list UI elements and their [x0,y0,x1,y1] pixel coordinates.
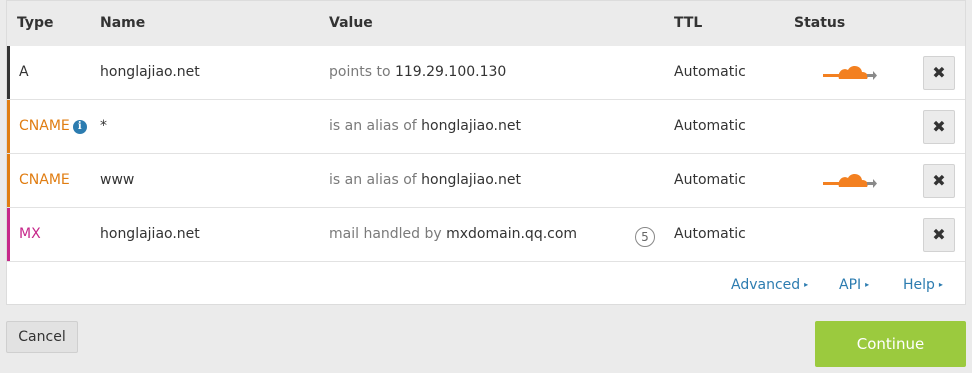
record-ttl[interactable]: Automatic [674,118,746,134]
record-value-prefix: mail handled by [329,226,442,242]
caret-right-icon: ▸ [938,280,943,289]
cloud-proxied-icon[interactable] [823,62,877,84]
record-value[interactable]: mail handled by mxdomain.qq.com [329,226,577,242]
header-type: Type [17,15,54,31]
help-link[interactable]: Help ▸ [903,277,943,293]
cloud-proxied-icon[interactable] [823,170,877,192]
caret-right-icon: ▸ [865,280,870,289]
record-value[interactable]: is an alias of honglajiao.net [329,118,521,134]
delete-record-button[interactable]: ✖ [923,164,955,198]
record-type: CNAME i [19,118,87,134]
record-ttl[interactable]: Automatic [674,64,746,80]
table-row: MX honglajiao.net mail handled by mxdoma… [7,208,965,262]
record-value[interactable]: points to 119.29.100.130 [329,64,506,80]
record-name[interactable]: honglajiao.net [100,226,200,242]
table-row: CNAME www is an alias of honglajiao.net … [7,154,965,208]
record-value-text: mxdomain.qq.com [446,226,578,242]
record-type-label: CNAME [19,118,70,134]
api-link-label: API [839,277,862,293]
mx-priority-badge[interactable]: 5 [635,227,655,247]
table-header: Type Name Value TTL Status [7,1,965,46]
delete-record-button[interactable]: ✖ [923,218,955,252]
header-value: Value [329,15,373,31]
record-type: CNAME [19,172,70,188]
advanced-link[interactable]: Advanced ▸ [731,277,808,293]
row-type-bar [7,46,10,99]
header-status: Status [794,15,846,31]
record-value-prefix: points to [329,64,391,80]
info-icon[interactable]: i [72,120,87,134]
record-name[interactable]: honglajiao.net [100,64,200,80]
row-type-bar [7,154,10,207]
header-ttl: TTL [674,15,703,31]
record-ttl[interactable]: Automatic [674,172,746,188]
record-value-prefix: is an alias of [329,172,417,188]
record-name[interactable]: * [100,118,107,134]
row-type-bar [7,100,10,153]
row-type-bar [7,208,10,261]
help-link-label: Help [903,277,935,293]
api-link[interactable]: API ▸ [839,277,869,293]
continue-button[interactable]: Continue [815,321,966,367]
dns-records-panel: Type Name Value TTL Status A honglajiao.… [6,0,966,305]
record-value[interactable]: is an alias of honglajiao.net [329,172,521,188]
table-row: CNAME i * is an alias of honglajiao.net A… [7,100,965,154]
record-value-text: honglajiao.net [421,172,521,188]
table-row: A honglajiao.net points to 119.29.100.13… [7,46,965,100]
record-value-text: honglajiao.net [421,118,521,134]
record-name[interactable]: www [100,172,134,188]
caret-right-icon: ▸ [804,280,809,289]
delete-record-button[interactable]: ✖ [923,56,955,90]
cancel-button[interactable]: Cancel [6,321,78,353]
record-type: MX [19,226,41,242]
advanced-link-label: Advanced [731,277,801,293]
record-value-text: 119.29.100.130 [394,64,507,80]
delete-record-button[interactable]: ✖ [923,110,955,144]
header-name: Name [100,15,146,31]
record-ttl[interactable]: Automatic [674,226,746,242]
record-type: A [19,64,29,80]
record-value-prefix: is an alias of [329,118,417,134]
